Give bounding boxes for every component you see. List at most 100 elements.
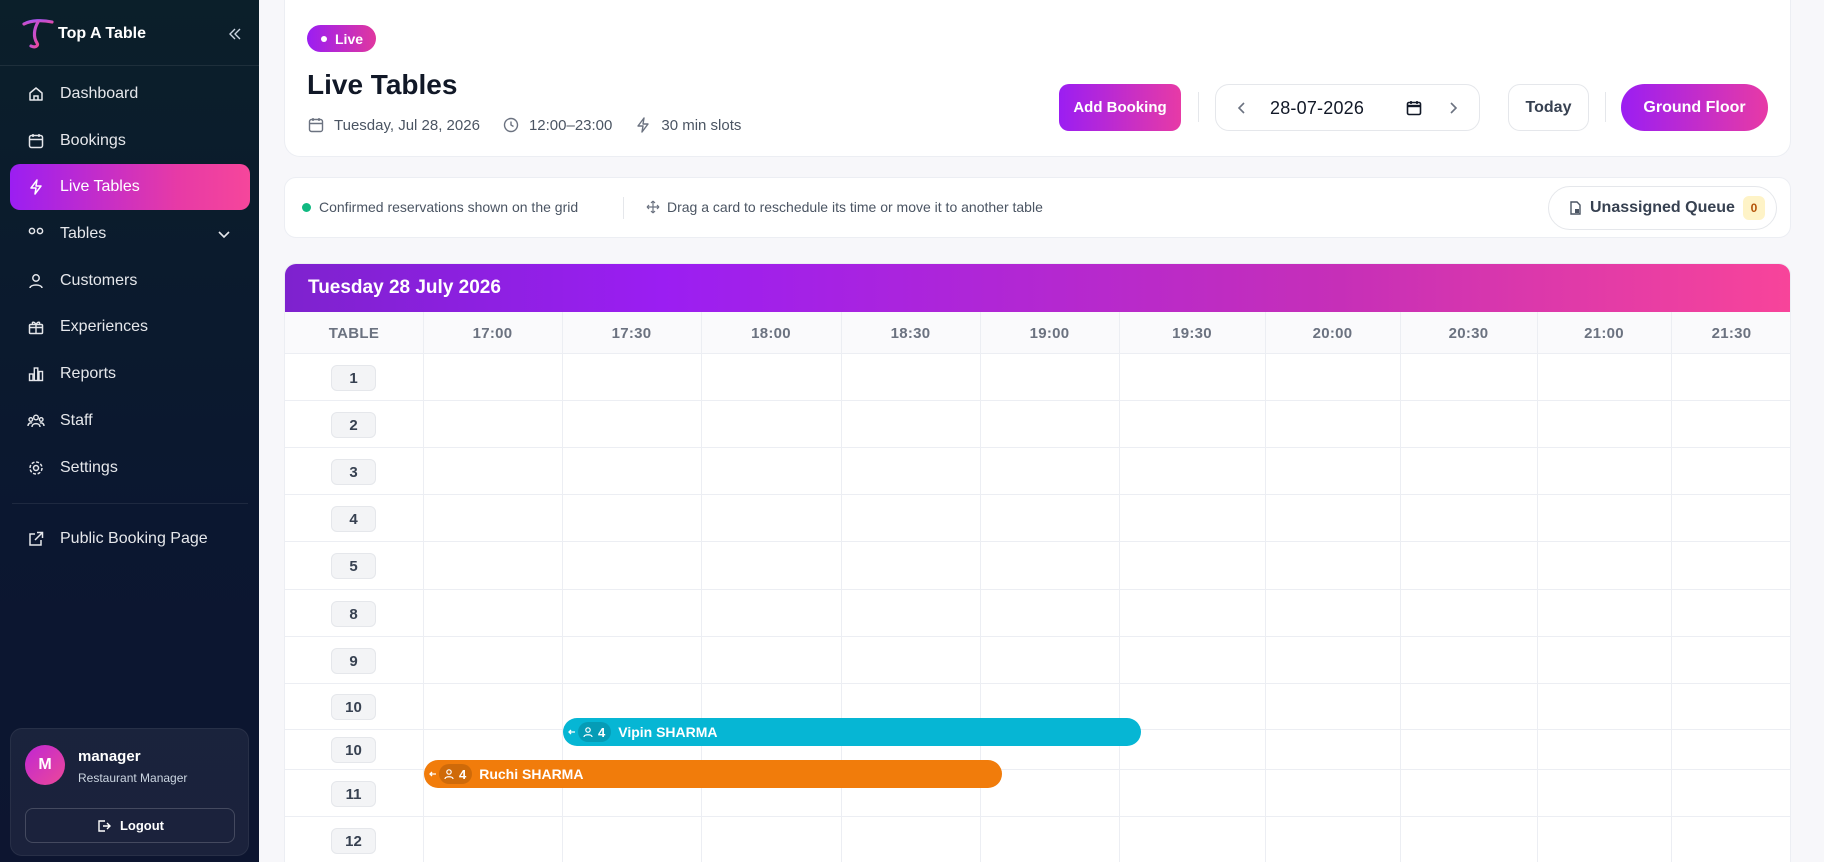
column-header-time: 17:30: [611, 324, 652, 342]
drag-handle-icon[interactable]: [429, 770, 437, 778]
logout-icon: [96, 818, 112, 834]
sidebar-item-dashboard[interactable]: Dashboard: [10, 71, 250, 117]
party-size: 4: [459, 766, 467, 782]
meta-date-text: Tuesday, Jul 28, 2026: [334, 116, 480, 134]
table-number: 11: [331, 781, 376, 807]
brand[interactable]: Top A Table: [20, 16, 245, 52]
users-icon: [26, 411, 46, 431]
confirmed-legend: Confirmed reservations shown on the grid: [302, 199, 578, 215]
date-input[interactable]: 28-07-2026: [1270, 98, 1364, 119]
booking-guest-name: Vipin SHARMA: [618, 724, 718, 740]
column-header-time: 17:00: [472, 324, 513, 342]
move-icon: [646, 200, 660, 214]
chevron-down-icon[interactable]: [214, 224, 234, 244]
party-size-badge: 4: [578, 722, 612, 742]
column-header-time: 20:30: [1448, 324, 1489, 342]
live-badge: Live: [307, 25, 377, 52]
brand-name: Top A Table: [58, 25, 146, 42]
unassigned-queue-button[interactable]: Unassigned Queue 0: [1548, 186, 1777, 230]
table-row[interactable]: 5: [285, 542, 1790, 590]
avatar: M: [25, 745, 65, 785]
sidebar: Top A Table Dashboard Bookings Live Tabl…: [0, 0, 259, 862]
add-booking-button[interactable]: Add Booking: [1059, 84, 1181, 131]
table-row[interactable]: 4: [285, 495, 1790, 542]
today-button[interactable]: Today: [1508, 84, 1589, 131]
sidebar-nav: Dashboard Bookings Live Tables Tables Cu…: [10, 71, 250, 491]
sidebar-item-live-tables[interactable]: Live Tables: [10, 164, 250, 211]
user-card: M manager Restaurant Manager Logout: [10, 728, 249, 856]
booking-card[interactable]: 4 Vipin SHARMA: [563, 718, 1141, 746]
sidebar-item-settings[interactable]: Settings: [10, 445, 250, 491]
collapse-sidebar-icon[interactable]: [225, 24, 245, 44]
table-row[interactable]: 2: [285, 401, 1790, 448]
user-name: manager: [78, 748, 141, 765]
divider: [0, 65, 259, 66]
table-number: 2: [331, 412, 376, 438]
party-size: 4: [598, 724, 606, 740]
table-row[interactable]: 9: [285, 637, 1790, 684]
column-header-time: 21:00: [1584, 324, 1624, 342]
meta-slots-text: 30 min slots: [661, 116, 742, 134]
sidebar-item-tables[interactable]: Tables: [10, 211, 250, 257]
column-header-time: 19:00: [1029, 324, 1070, 342]
grid-date-title: Tuesday 28 July 2026: [308, 277, 501, 298]
sidebar-item-customers[interactable]: Customers: [10, 258, 250, 304]
clock-icon: [502, 116, 520, 134]
sidebar-item-label: Experiences: [60, 318, 149, 336]
column-header-table: TABLE: [328, 324, 380, 342]
meta-hours-text: 12:00–23:00: [528, 116, 613, 134]
live-dot: [321, 35, 327, 42]
user-icon: [443, 768, 455, 780]
table-number: 4: [331, 506, 376, 532]
user-icon: [26, 271, 46, 291]
sidebar-item-bookings[interactable]: Bookings: [10, 118, 250, 164]
sidebar-item-label: Dashboard: [60, 85, 139, 102]
page-title: Live Tables: [307, 69, 458, 100]
bolt-icon: [26, 177, 46, 197]
sidebar-item-staff[interactable]: Staff: [10, 398, 250, 444]
table-row[interactable]: 12: [285, 817, 1790, 862]
floor-select-button[interactable]: Ground Floor: [1621, 84, 1768, 131]
queue-icon: [1567, 200, 1583, 216]
sidebar-item-label: Reports: [60, 365, 117, 383]
brand-logo-icon: [20, 16, 56, 52]
divider: [623, 197, 624, 219]
gift-icon: [26, 317, 46, 337]
sidebar-item-label: Customers: [60, 271, 138, 289]
sidebar-item-label: Tables: [60, 225, 107, 243]
divider: [12, 503, 248, 504]
sidebar-item-reports[interactable]: Reports: [10, 351, 250, 397]
column-header-time: 18:30: [890, 324, 931, 342]
info-bar: Confirmed reservations shown on the grid…: [284, 177, 1791, 238]
sidebar-item-experiences[interactable]: Experiences: [10, 304, 250, 350]
table-row[interactable]: 3: [285, 448, 1790, 495]
party-size-badge: 4: [439, 764, 473, 784]
divider: [1198, 92, 1199, 122]
booking-card[interactable]: 4 Ruchi SHARMA: [424, 760, 1002, 788]
gear-icon: [26, 458, 46, 478]
table-number: 10: [331, 694, 376, 720]
calendar-icon: [307, 116, 325, 134]
calendar-picker-icon[interactable]: [1405, 99, 1423, 117]
page-header: Live Live Tables Tuesday, Jul 28, 2026 1…: [284, 0, 1791, 157]
table-row[interactable]: 8: [285, 590, 1790, 637]
logout-button[interactable]: Logout: [25, 808, 235, 843]
drag-handle-icon[interactable]: [568, 728, 576, 736]
column-header-time: 18:00: [751, 324, 791, 342]
chevron-right-icon[interactable]: [1443, 98, 1463, 118]
meta-hours: 12:00–23:00: [502, 116, 612, 134]
external-link-icon: [26, 529, 46, 549]
drag-hint: Drag a card to reschedule its time or mo…: [646, 199, 1043, 215]
drag-hint-text: Drag a card to reschedule its time or mo…: [667, 199, 1043, 215]
table-row[interactable]: 1: [285, 354, 1790, 401]
divider: [1605, 92, 1606, 122]
grid-column-headers: TABLE 17:00 17:30 18:00 18:30 19:00 19:30 20:0…: [285, 312, 1790, 354]
date-navigator: 28-07-2026: [1215, 84, 1480, 131]
sidebar-item-label: Bookings: [60, 131, 126, 149]
sidebar-item-public-booking-page[interactable]: Public Booking Page: [10, 516, 250, 562]
chevron-left-icon[interactable]: [1232, 98, 1252, 118]
column-header-time: 21:30: [1711, 324, 1752, 342]
meta-row: Tuesday, Jul 28, 2026 12:00–23:00 30 min…: [307, 116, 763, 134]
sidebar-item-label: Live Tables: [60, 178, 140, 196]
table-number: 1: [331, 365, 376, 391]
